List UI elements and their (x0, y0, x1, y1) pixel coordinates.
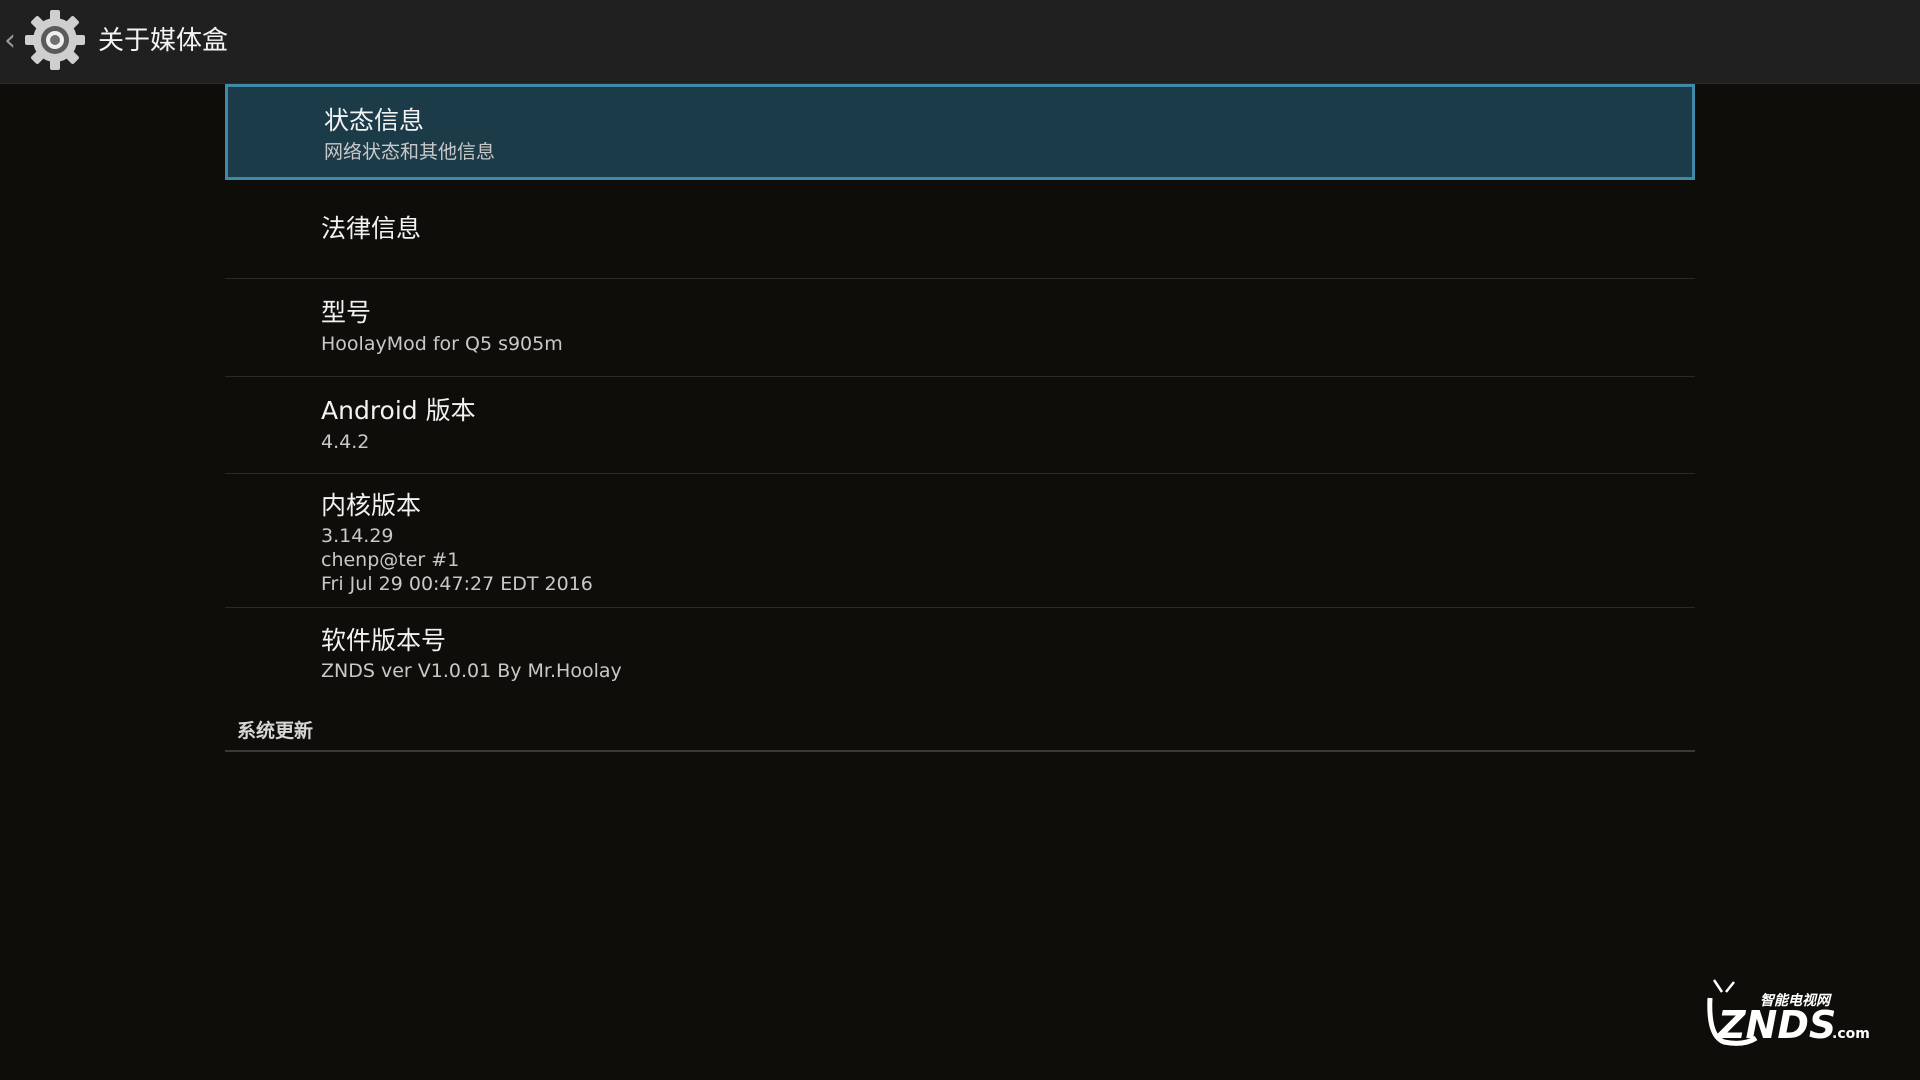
pref-title: Android 版本 (321, 396, 476, 425)
watermark-suffix: .com (1832, 1026, 1870, 1042)
section-header-label: 系统更新 (237, 720, 314, 742)
pref-legal-info[interactable]: 法律信息 (225, 180, 1695, 279)
preference-list: 状态信息 网络状态和其他信息 法律信息 型号 HoolayMod for Q5 … (225, 84, 1695, 698)
pref-status-info[interactable]: 状态信息 网络状态和其他信息 (225, 84, 1695, 180)
pref-summary-line: 3.14.29 (321, 525, 394, 547)
pref-summary: 4.4.2 (321, 431, 370, 453)
pref-model: 型号 HoolayMod for Q5 s905m (225, 279, 1695, 377)
pref-summary: HoolayMod for Q5 s905m (321, 333, 563, 355)
gear-icon[interactable] (22, 7, 88, 73)
back-chevron-icon[interactable]: ‹ (4, 24, 16, 58)
pref-summary-line: chenp@ter #1 (321, 549, 460, 571)
page-title: 关于媒体盒 (98, 26, 229, 56)
pref-title: 法律信息 (321, 214, 422, 243)
pref-title: 内核版本 (321, 491, 422, 520)
pref-kernel-version: 内核版本 3.14.29 chenp@ter #1 Fri Jul 29 00:… (225, 474, 1695, 608)
pref-android-version[interactable]: Android 版本 4.4.2 (225, 377, 1695, 474)
pref-summary: 网络状态和其他信息 (324, 141, 496, 163)
pref-title: 状态信息 (324, 106, 425, 135)
pref-title: 软件版本号 (321, 626, 447, 655)
pref-title: 型号 (321, 298, 372, 327)
pref-software-version: 软件版本号 ZNDS ver V1.0.01 By Mr.Hoolay (225, 608, 1695, 698)
section-header-system-update: 系统更新 (225, 712, 1695, 752)
znds-logo: 智能电视网 ZNDS .com (1707, 979, 1870, 1047)
pref-summary-line: Fri Jul 29 00:47:27 EDT 2016 (321, 573, 593, 595)
watermark-brand: ZNDS (1717, 1003, 1836, 1047)
action-bar: ‹ 关于媒体盒 (0, 0, 1920, 84)
pref-summary: ZNDS ver V1.0.01 By Mr.Hoolay (321, 660, 622, 682)
